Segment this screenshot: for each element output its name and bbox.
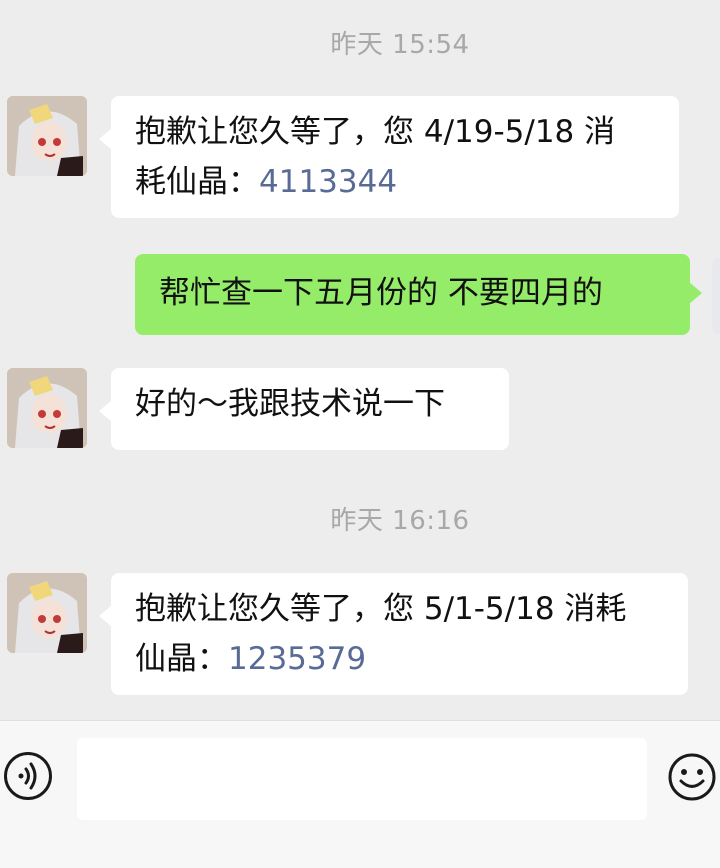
message-text: 抱歉让您久等了，您 5/1-5/18 消耗 (135, 591, 627, 627)
message-text-prefix: 耗仙晶： (135, 164, 259, 200)
chat-area[interactable]: 昨天 15:54 抱歉让您久等了，您 4/19-5/18 消 耗仙晶：41133… (0, 0, 720, 720)
emoji-icon[interactable] (667, 752, 717, 802)
message-bubble[interactable]: 抱歉让您久等了，您 4/19-5/18 消 耗仙晶：4113344 (99, 96, 679, 218)
message-text: 抱歉让您久等了，您 4/19-5/18 消 (135, 114, 616, 150)
crystal-count-link[interactable]: 1235379 (228, 641, 366, 677)
timestamp: 昨天 16:16 (330, 506, 470, 536)
avatar[interactable] (7, 573, 87, 653)
message-input[interactable] (77, 738, 647, 820)
crystal-count-link[interactable]: 4113344 (259, 164, 397, 200)
timestamp: 昨天 15:54 (330, 30, 470, 60)
message-bubble-outgoing[interactable]: 帮忙查一下五月份的 不要四月的 (135, 254, 702, 335)
message-text-prefix: 仙晶： (135, 641, 228, 677)
self-avatar[interactable] (712, 258, 720, 334)
message-bubble[interactable]: 好的～我跟技术说一下 (99, 368, 509, 450)
avatar[interactable] (7, 368, 87, 448)
avatar[interactable] (7, 96, 87, 176)
message-text-line2: 耗仙晶：4113344 (135, 157, 655, 207)
message-bubble[interactable]: 抱歉让您久等了，您 5/1-5/18 消耗 仙晶：1235379 (99, 573, 688, 695)
message-text: 帮忙查一下五月份的 不要四月的 (159, 275, 603, 311)
message-text: 好的～我跟技术说一下 (135, 386, 445, 422)
message-text-line2: 仙晶：1235379 (135, 634, 664, 684)
voice-icon[interactable] (4, 752, 52, 800)
